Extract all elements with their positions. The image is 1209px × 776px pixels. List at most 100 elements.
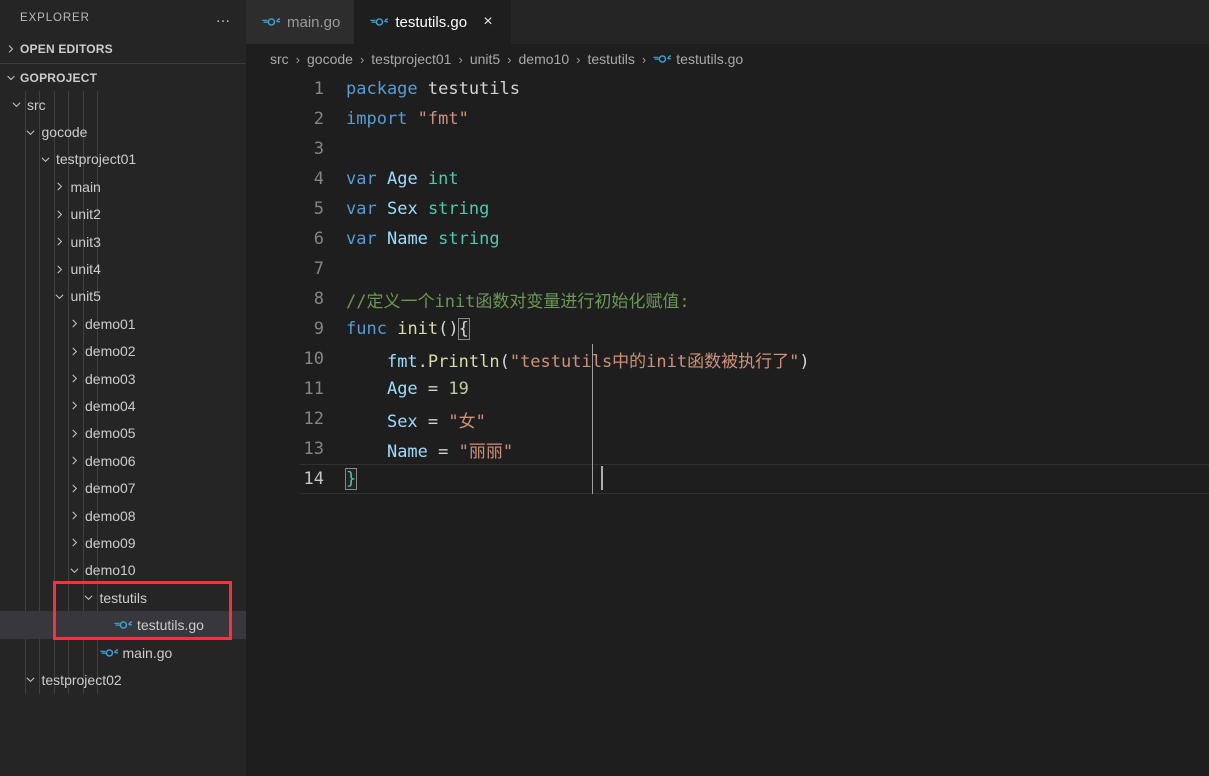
line-number: 1 — [246, 79, 338, 99]
code-token — [377, 229, 387, 249]
line-content: import "fmt" — [338, 109, 469, 129]
go-file-icon — [100, 645, 118, 661]
tree-folder-row[interactable]: demo03 — [0, 365, 246, 392]
breadcrumb-label: src — [270, 51, 289, 67]
tree-folder-row[interactable]: testutils — [0, 584, 246, 611]
code-token: } — [346, 469, 356, 489]
file-tree: srcgocode testproject01 mainunit2unit3 unit… — [0, 91, 246, 694]
tree-folder-row[interactable]: src — [0, 91, 246, 118]
section-goproject[interactable]: GOPROJECT — [0, 63, 246, 91]
code-token: func — [346, 319, 387, 339]
tree-folder-row[interactable]: unit4 — [0, 255, 246, 282]
tree-folder-row[interactable]: unit2 — [0, 201, 246, 228]
tree-folder-row[interactable]: demo07 — [0, 474, 246, 501]
tree-folder-row[interactable]: testproject01 — [0, 146, 246, 173]
tree-file-row[interactable]: main.go — [0, 639, 246, 666]
more-actions-icon[interactable]: … — [210, 9, 239, 27]
code-token — [377, 169, 387, 189]
code-token: Age — [387, 169, 418, 189]
breadcrumb-item[interactable]: unit5 — [470, 51, 500, 67]
breadcrumb-item[interactable]: testutils — [587, 51, 634, 67]
tree-item-label: demo05 — [85, 425, 136, 441]
tree-folder-row[interactable]: unit5 — [0, 283, 246, 310]
line-number: 10 — [246, 349, 338, 369]
line-number: 5 — [246, 199, 338, 219]
editor-tab[interactable]: main.go — [246, 0, 354, 44]
tree-item-label: unit4 — [71, 261, 101, 277]
tree-folder-row[interactable]: demo10 — [0, 557, 246, 584]
code-token: "fmt" — [418, 109, 469, 129]
code-token — [346, 352, 387, 372]
tree-folder-row[interactable]: demo09 — [0, 529, 246, 556]
code-token: = — [428, 442, 459, 462]
line-number: 4 — [246, 169, 338, 189]
line-number: 11 — [246, 379, 338, 399]
editor-tab-bar: main.go testutils.go × — [246, 0, 1209, 44]
tree-folder-row[interactable]: main — [0, 173, 246, 200]
chevron-right-icon — [66, 508, 82, 524]
chevron-right-icon — [66, 371, 82, 387]
tree-folder-row[interactable]: demo08 — [0, 502, 246, 529]
code-token — [377, 199, 387, 219]
tree-folder-row[interactable]: demo06 — [0, 447, 246, 474]
code-token: "丽丽" — [459, 442, 513, 462]
code-token: testutils — [428, 79, 520, 99]
editor-tab[interactable]: testutils.go × — [354, 0, 511, 44]
chevron-right-icon — [52, 206, 68, 222]
code-editor[interactable]: 1package testutils2import "fmt"34var Age… — [246, 74, 1209, 776]
code-token: Name — [387, 229, 428, 249]
breadcrumb-item[interactable]: gocode — [307, 51, 353, 67]
breadcrumb-label: testutils — [587, 51, 634, 67]
code-token: package — [346, 79, 418, 99]
tree-item-label: testutils — [100, 590, 147, 606]
line-content: package testutils — [338, 79, 520, 99]
chevron-right-icon — [52, 179, 68, 195]
line-content: Age = 19 — [338, 379, 469, 399]
code-token: var — [346, 169, 377, 189]
breadcrumb-item[interactable]: demo10 — [519, 51, 570, 67]
code-token: () — [438, 319, 458, 339]
code-token: Name — [387, 442, 428, 462]
explorer-title: EXPLORER — [20, 12, 90, 24]
code-line: 1package testutils — [246, 74, 1209, 104]
line-number: 6 — [246, 229, 338, 249]
tree-folder-row[interactable]: demo01 — [0, 310, 246, 337]
code-token: "女" — [448, 412, 485, 432]
line-content: //定义一个init函数对变量进行初始化赋值: — [338, 287, 690, 312]
breadcrumb-item[interactable]: testproject01 — [371, 51, 451, 67]
explorer-sidebar: EXPLORER … OPEN EDITORS GOPROJECT srcgoc… — [0, 0, 246, 776]
line-content: var Sex string — [338, 199, 489, 219]
tree-file-row[interactable]: testutils.go — [0, 611, 246, 638]
tree-item-label: demo02 — [85, 343, 136, 359]
code-token — [418, 199, 428, 219]
go-file-icon — [653, 51, 671, 67]
tree-item-label: testproject01 — [56, 151, 136, 167]
close-icon[interactable]: × — [479, 13, 497, 31]
code-lines: 1package testutils2import "fmt"34var Age… — [246, 74, 1209, 494]
code-token — [407, 109, 417, 129]
chevron-down-icon — [66, 562, 82, 578]
code-token — [428, 229, 438, 249]
section-open-editors[interactable]: OPEN EDITORS — [0, 35, 246, 63]
line-number: 7 — [246, 259, 338, 279]
code-line: 11 Age = 19 — [246, 374, 1209, 404]
code-token — [346, 442, 387, 462]
tree-item-label: unit5 — [71, 288, 101, 304]
tree-folder-row[interactable]: unit3 — [0, 228, 246, 255]
tab-label: testutils.go — [395, 14, 467, 31]
tree-item-label: testproject02 — [42, 672, 122, 688]
tree-folder-row[interactable]: testproject02 — [0, 666, 246, 693]
line-content: Name = "丽丽" — [338, 437, 513, 462]
tree-folder-row[interactable]: gocode — [0, 118, 246, 145]
tree-folder-row[interactable]: demo05 — [0, 420, 246, 447]
breadcrumb-item[interactable]: src — [270, 51, 289, 67]
go-file-icon — [262, 14, 280, 30]
tree-item-label: demo08 — [85, 508, 136, 524]
code-token: var — [346, 199, 377, 219]
breadcrumb-item[interactable]: testutils.go — [653, 51, 743, 67]
tree-folder-row[interactable]: demo04 — [0, 392, 246, 419]
code-token: import — [346, 109, 407, 129]
tree-folder-row[interactable]: demo02 — [0, 338, 246, 365]
section-label: OPEN EDITORS — [20, 42, 113, 56]
line-content: } — [338, 469, 356, 489]
